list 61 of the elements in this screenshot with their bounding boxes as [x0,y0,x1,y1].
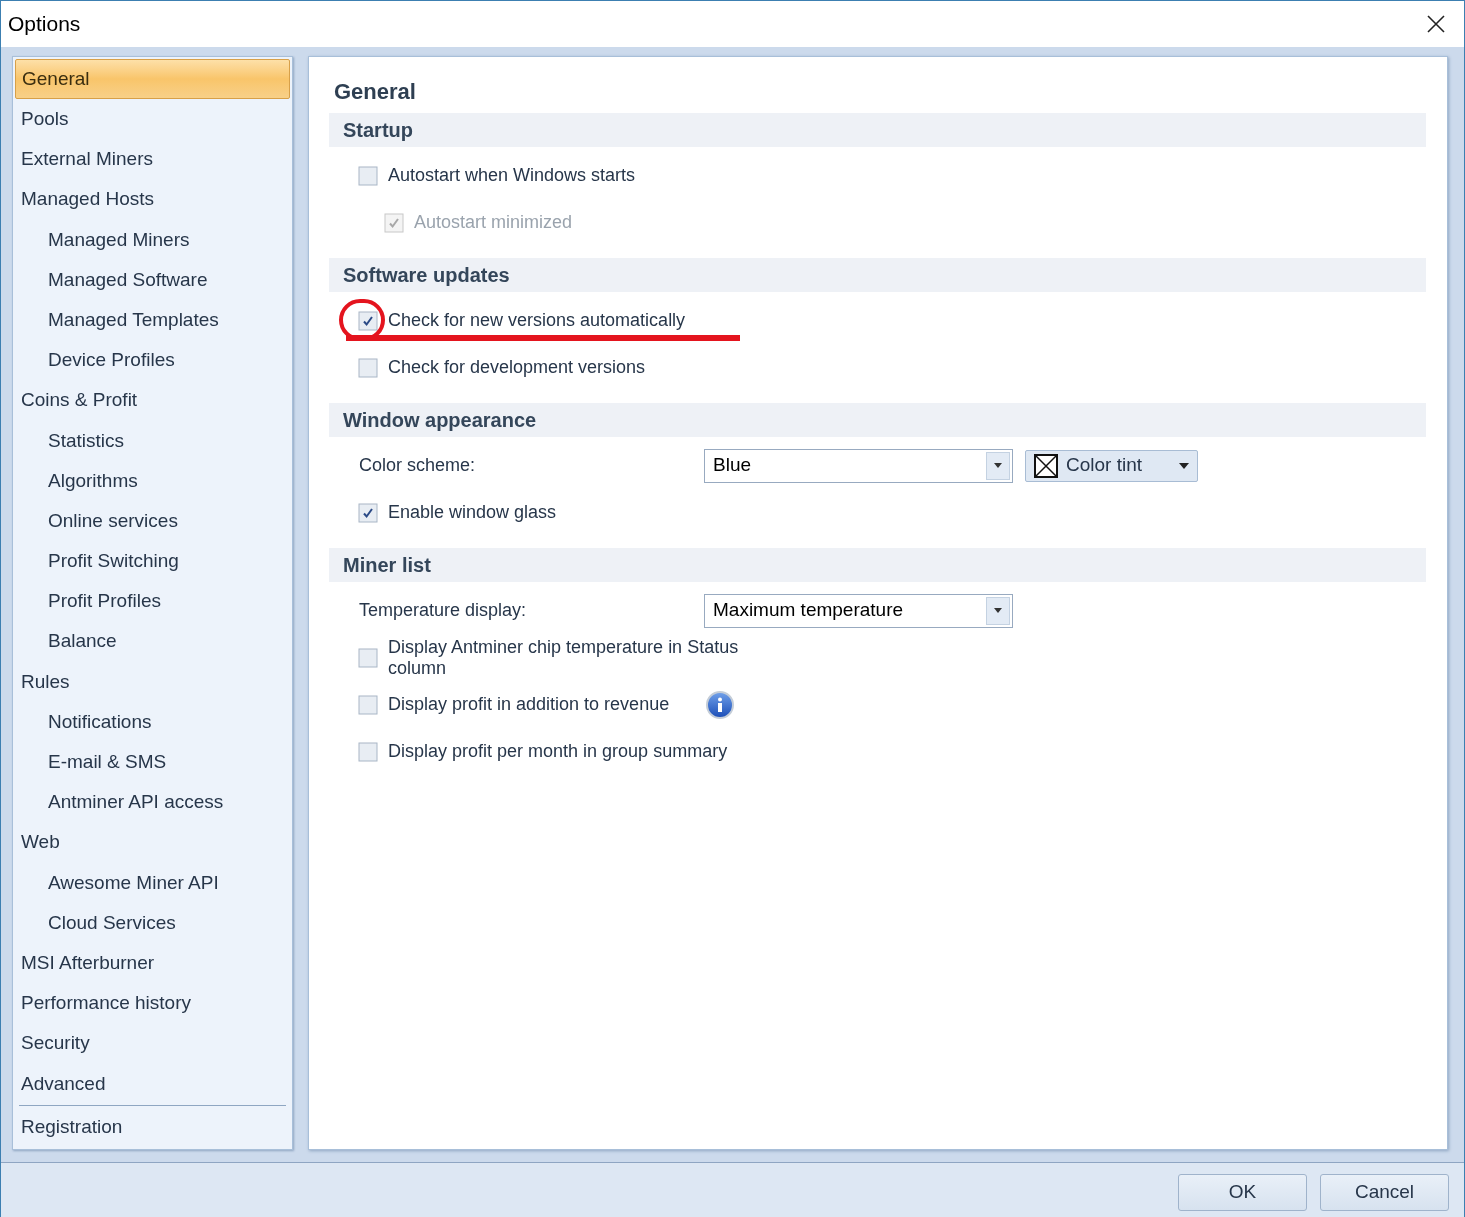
color-tint-button[interactable]: Color tint [1025,449,1198,482]
info-icon[interactable] [706,690,734,719]
checkbox-label: Enable window glass [388,502,557,523]
dropdown-value: Blue [713,453,752,478]
checkbox[interactable] [358,165,378,186]
sidebar-item[interactable]: General [15,59,290,100]
field-label: Temperature display: [359,599,528,622]
sidebar-item[interactable]: Algorithms [15,460,290,502]
sidebar-item[interactable]: Pools [15,99,290,140]
sidebar-item[interactable]: Coins & Profit [15,380,290,421]
sidebar-item[interactable]: Advanced [15,1063,290,1104]
section-header: Window appearance [329,403,1426,437]
checkbox-label: Autostart minimized [414,212,573,233]
dialog-button[interactable]: Cancel [1320,1174,1449,1212]
sidebar-item[interactable]: Managed Hosts [15,179,290,220]
checkbox-label: Display Antminer chip temperature in Status column [388,636,740,679]
section-header: Startup [329,113,1426,147]
sidebar-item[interactable]: Managed Templates [15,300,290,341]
sidebar-item[interactable]: Balance [15,621,290,662]
checkbox[interactable] [358,647,378,668]
checkbox[interactable] [358,502,378,523]
dropdown[interactable]: Blue [704,448,1013,483]
field-label: Color scheme: [359,454,477,477]
sidebar-item[interactable]: Web [15,822,290,863]
checkbox[interactable] [358,357,378,378]
sidebar-item[interactable]: Performance history [15,983,290,1024]
checkbox[interactable] [358,741,378,762]
section-header: Software updates [329,258,1426,292]
checkbox-label: Check for new versions automatically [388,310,686,331]
sidebar-item[interactable]: Rules [15,661,290,702]
sidebar-item[interactable]: Device Profiles [15,340,290,381]
checkbox-label: Display profit in addition to revenue [388,694,671,715]
sidebar-item[interactable]: Security [15,1023,290,1064]
sidebar-item[interactable]: Registration [15,1106,290,1148]
panel-heading: General [333,77,417,106]
checkbox-label: Display profit per month in group summary [388,741,728,762]
sidebar-item[interactable]: Managed Miners [15,219,290,260]
sidebar-item[interactable]: Profit Switching [15,541,290,582]
sidebar-item[interactable]: Notifications [15,702,290,743]
window-title: Options [8,11,81,38]
sidebar-item[interactable]: Profit Profiles [15,581,290,622]
sidebar-item[interactable]: E-mail & SMS [15,742,290,783]
sidebar-item[interactable]: Managed Software [15,259,290,301]
sidebar-item[interactable]: Statistics [15,420,290,461]
empty-color-swatch-icon [1034,453,1058,478]
checkbox[interactable] [358,694,378,715]
sidebar-item[interactable]: MSI Afterburner [15,943,290,984]
sidebar-item[interactable]: Awesome Miner API [15,862,290,903]
close-icon [1427,15,1445,33]
sidebar-item[interactable]: Antminer API access [15,782,290,823]
dropdown[interactable]: Maximum temperature [704,593,1013,628]
sidebar-item[interactable]: Cloud Services [15,902,290,944]
checkbox-label: Check for development versions [388,357,646,378]
section-header: Miner list [329,548,1426,582]
caret-icon [1179,462,1189,469]
checkbox[interactable] [358,310,378,331]
dropdown-value: Maximum temperature [713,598,904,623]
sidebar-item[interactable]: External Miners [15,139,290,180]
dialog-button[interactable]: OK [1178,1174,1307,1212]
sidebar-item[interactable]: Online services [15,501,290,542]
checkbox-label: Autostart when Windows starts [388,165,636,186]
